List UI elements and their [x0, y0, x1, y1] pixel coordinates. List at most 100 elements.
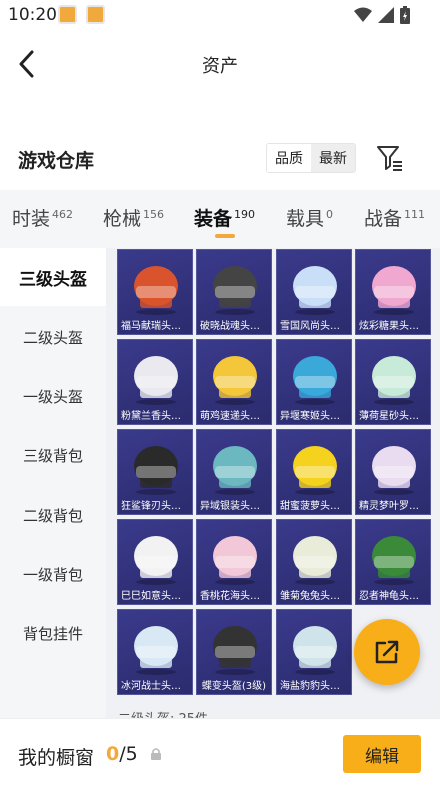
item-name: 雏菊兔兔头盔...: [280, 591, 350, 602]
item-name: 忍者神龟头盔...: [359, 591, 429, 602]
tab-firearms[interactable]: 枪械 156: [103, 204, 164, 231]
item-card[interactable]: 精灵梦叶罗丽...: [355, 429, 431, 515]
category-tabs: 时装 462 枪械 156 装备 190 载具 0 战备 111: [0, 190, 440, 248]
tab-label: 战备: [364, 208, 403, 230]
app-notification-icon: [58, 5, 77, 24]
item-name: 异域银装头盔...: [200, 501, 270, 512]
item-card[interactable]: 冰河战士头盔...: [117, 609, 193, 695]
helmet-icon: [372, 356, 416, 405]
page-title: 资产: [202, 56, 238, 77]
active-tab-indicator: [215, 234, 235, 238]
signal-icon: [378, 7, 394, 23]
item-name: 香桃花海头盔...: [200, 591, 270, 602]
item-card[interactable]: 海盐豹豹头盔...: [276, 609, 352, 695]
item-name: 破晓战魂头盔...: [200, 321, 270, 332]
item-name: 狂鲨锋刃头盔...: [121, 501, 191, 512]
helmet-icon: [372, 536, 416, 585]
item-card[interactable]: 粉黛兰香头盔...: [117, 339, 193, 425]
item-name: 甜蜜菠萝头盔...: [280, 501, 350, 512]
tab-label: 载具: [286, 208, 325, 230]
item-card[interactable]: 异域银装头盔...: [196, 429, 272, 515]
edit-button[interactable]: 编辑: [343, 735, 421, 773]
tab-count: 462: [52, 207, 74, 221]
external-link-icon: [375, 640, 399, 664]
showcase-count: 0/5: [106, 743, 138, 765]
filter-icon: [377, 146, 402, 171]
helmet-icon: [134, 356, 178, 405]
sidebar-item-level2-helmet[interactable]: 二级头盔: [0, 308, 106, 366]
lock-icon: [151, 748, 161, 760]
tab-equipment[interactable]: 装备 190: [194, 204, 255, 231]
item-card[interactable]: 雪国风尚头盔...: [276, 249, 352, 335]
tab-count: 0: [326, 207, 334, 221]
sidebar-item-level2-backpack[interactable]: 二级背包: [0, 486, 106, 544]
tab-label: 枪械: [103, 208, 142, 230]
item-name: 雪国风尚头盔...: [280, 321, 350, 332]
filter-button[interactable]: [376, 144, 404, 172]
sidebar-item-level1-backpack[interactable]: 一级背包: [0, 545, 106, 603]
item-card[interactable]: 破晓战魂头盔...: [196, 249, 272, 335]
helmet-icon: [293, 266, 337, 315]
tab-supplies[interactable]: 战备 111: [364, 204, 425, 231]
tab-label: 装备: [194, 208, 233, 230]
sidebar-item-level3-backpack[interactable]: 三级背包: [0, 426, 106, 484]
item-card[interactable]: 萌鸡速递头盔...: [196, 339, 272, 425]
sidebar-item-backpack-pendant[interactable]: 背包挂件: [0, 604, 106, 662]
helmet-icon: [293, 536, 337, 585]
helmet-icon: [293, 626, 337, 675]
item-name: 蝶变头盔(3级): [201, 681, 267, 692]
helmet-icon: [213, 266, 257, 315]
status-icons: [354, 6, 410, 24]
item-card[interactable]: 忍者神龟头盔...: [355, 519, 431, 605]
sort-latest-button[interactable]: 最新: [311, 144, 355, 172]
tab-count: 156: [143, 207, 165, 221]
showcase-label: 我的橱窗: [18, 747, 95, 769]
status-bar: 10:20: [0, 0, 440, 30]
helmet-icon: [372, 446, 416, 495]
app-notification-icon: [86, 5, 105, 24]
item-name: 萌鸡速递头盔...: [200, 411, 270, 422]
item-name: 海盐豹豹头盔...: [280, 681, 350, 692]
helmet-icon: [134, 626, 178, 675]
helmet-icon: [213, 626, 257, 675]
item-name: 粉黛兰香头盔...: [121, 411, 191, 422]
sidebar: 三级头盔 二级头盔 一级头盔 三级背包 二级背包 一级背包 背包挂件: [0, 248, 106, 718]
share-fab-button[interactable]: [354, 619, 420, 685]
item-card[interactable]: 炫彩糖果头盔...: [355, 249, 431, 335]
item-card[interactable]: 雏菊兔兔头盔...: [276, 519, 352, 605]
helmet-icon: [293, 356, 337, 405]
helmet-icon: [134, 266, 178, 315]
tab-fashion[interactable]: 时装 462: [12, 204, 73, 231]
grid-footer: 二级头盔: 25件: [118, 708, 208, 718]
item-name: 巳巳如意头盔...: [121, 591, 191, 602]
wifi-icon: [354, 7, 372, 22]
sidebar-item-level3-helmet[interactable]: 三级头盔: [0, 248, 106, 306]
helmet-icon: [213, 446, 257, 495]
helmet-icon: [293, 446, 337, 495]
sort-quality-button[interactable]: 品质: [267, 144, 311, 172]
item-name: 精灵梦叶罗丽...: [359, 501, 429, 512]
helmet-icon: [213, 536, 257, 585]
tab-count: 111: [404, 207, 426, 221]
item-card[interactable]: 异堰寒姬头盔...: [276, 339, 352, 425]
item-name: 异堰寒姬头盔...: [280, 411, 350, 422]
helmet-icon: [372, 266, 416, 315]
helmet-icon: [213, 356, 257, 405]
tab-label: 时装: [12, 208, 51, 230]
item-name: 炫彩糖果头盔...: [359, 321, 429, 332]
showcase-current: 0: [106, 743, 120, 765]
item-card[interactable]: 薄荷星砂头盔...: [355, 339, 431, 425]
item-card[interactable]: 香桃花海头盔...: [196, 519, 272, 605]
item-card[interactable]: 巳巳如意头盔...: [117, 519, 193, 605]
sidebar-item-level1-helmet[interactable]: 一级头盔: [0, 367, 106, 425]
battery-icon: [400, 6, 410, 24]
nav-bar: 资产: [0, 30, 440, 96]
warehouse-title: 游戏仓库: [18, 150, 95, 172]
item-card[interactable]: 福马献瑞头盔...: [117, 249, 193, 335]
tab-vehicles[interactable]: 载具 0: [286, 204, 333, 231]
item-card[interactable]: 甜蜜菠萝头盔...: [276, 429, 352, 515]
bottom-bar: 我的橱窗 0/5 编辑: [0, 718, 440, 785]
helmet-icon: [134, 446, 178, 495]
item-card[interactable]: 狂鲨锋刃头盔...: [117, 429, 193, 515]
item-card[interactable]: 蝶变头盔(3级): [196, 609, 272, 695]
